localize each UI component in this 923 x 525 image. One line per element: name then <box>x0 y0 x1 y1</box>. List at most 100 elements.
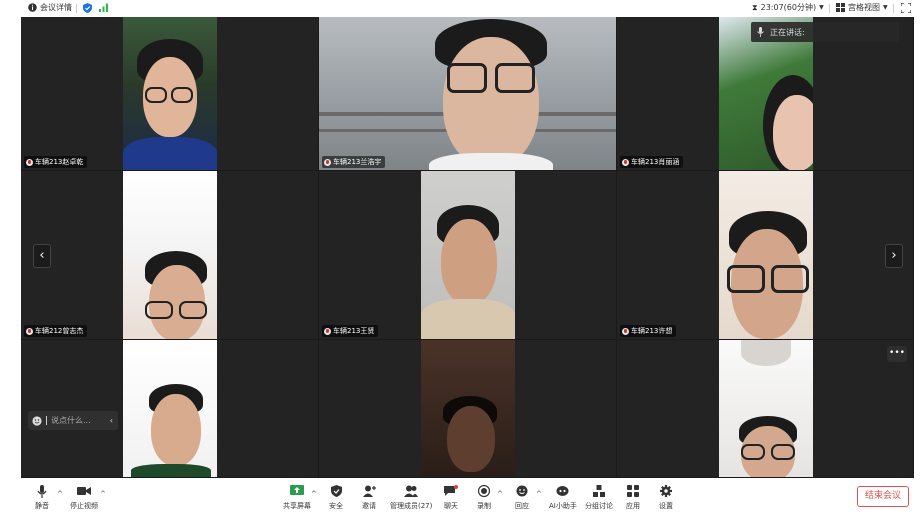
settings-label: 设置 <box>659 502 673 510</box>
participant-name-tag: 车辆213肖丽涵 <box>620 156 684 168</box>
chevron-up-icon[interactable]: ^ <box>311 490 317 498</box>
more-icon[interactable]: ••• <box>887 346 907 362</box>
mic-icon <box>35 484 49 498</box>
reaction-icon <box>515 484 529 498</box>
chevron-up-icon[interactable]: ^ <box>497 490 503 498</box>
ai-assistant-button[interactable]: AI小助手 <box>549 484 577 511</box>
participant-tile[interactable] <box>319 340 617 478</box>
share-screen-label: 共享屏幕 <box>283 502 311 510</box>
glasses <box>495 63 535 93</box>
divider <box>893 4 894 13</box>
mute-button[interactable]: 静音 <box>35 484 49 511</box>
meeting-info-button[interactable]: 会议详情 <box>28 2 72 13</box>
shield-icon[interactable] <box>83 3 92 13</box>
record-icon <box>477 484 491 498</box>
meeting-info-label: 会议详情 <box>40 3 72 12</box>
face <box>151 394 201 466</box>
glasses <box>741 444 765 460</box>
signal-icon <box>99 3 108 12</box>
breakout-icon <box>592 484 606 498</box>
stop-video-label: 停止视频 <box>70 502 98 510</box>
participant-name-tag: 车辆213兰浩宇 <box>322 156 386 168</box>
participant-name-tag: 车辆213赵卓乾 <box>24 156 88 168</box>
participant-tile[interactable]: 车辆212曾志杰 <box>21 171 319 340</box>
stop-video-button[interactable]: 停止视频 <box>70 484 98 511</box>
speaking-indicator: 正在讲话: <box>751 22 899 42</box>
participant-tile[interactable]: 车辆213兰浩宇 <box>319 17 617 171</box>
share-screen-button[interactable]: 共享屏幕 <box>283 484 311 511</box>
end-meeting-button[interactable]: 结束会议 <box>857 486 909 507</box>
chat-label: 聊天 <box>444 502 458 510</box>
face <box>447 406 495 472</box>
ai-icon <box>556 484 570 498</box>
participant-video <box>421 171 515 339</box>
chat-button[interactable]: 聊天 <box>444 484 458 511</box>
participant-name-tag: 车辆213王贤 <box>322 325 379 337</box>
mic-muted-icon <box>622 158 629 166</box>
participant-name: 车辆213王贤 <box>333 327 375 335</box>
face <box>773 95 813 170</box>
participant-name: 车辆213兰浩宇 <box>333 158 382 166</box>
chevron-up-icon[interactable]: ^ <box>57 490 63 498</box>
shield-icon <box>329 484 343 498</box>
reactions-button[interactable]: 回应 <box>515 484 529 511</box>
quick-chat-input[interactable]: 说点什么... ‹ <box>28 411 118 430</box>
invite-label: 邀请 <box>362 502 376 510</box>
shirt <box>123 137 217 170</box>
participant-name: 车辆212曾志杰 <box>35 327 84 335</box>
security-button[interactable]: 安全 <box>329 484 343 511</box>
fullscreen-icon[interactable] <box>901 3 911 13</box>
view-mode-dropdown[interactable]: 宫格视图 ▼ <box>836 2 888 13</box>
glasses <box>771 444 795 460</box>
participant-name: 车辆213肖丽涵 <box>631 158 680 166</box>
timer-dropdown[interactable]: ⧗ 23:07(60分钟) ▼ <box>752 2 824 13</box>
chevron-up-icon[interactable]: ^ <box>100 490 106 498</box>
chevron-down-icon: ▼ <box>819 4 824 11</box>
participant-name-tag: 车辆212曾志杰 <box>24 325 88 337</box>
chevron-left-icon[interactable]: ‹ <box>110 416 118 425</box>
chevron-up-icon[interactable]: ^ <box>536 490 542 498</box>
mic-muted-icon <box>622 327 629 335</box>
record-button[interactable]: 录制 <box>477 484 491 511</box>
emoji-icon[interactable] <box>32 415 42 426</box>
person-add-icon <box>362 484 376 498</box>
manage-members-button[interactable]: 管理成员(27) <box>390 484 432 511</box>
participant-tile[interactable] <box>21 340 319 478</box>
participant-video <box>123 17 217 170</box>
participant-video <box>719 340 813 477</box>
camera-icon <box>77 484 91 498</box>
participant-tile[interactable]: 车辆213许想 <box>617 171 914 340</box>
chat-icon <box>444 484 458 498</box>
participant-name-tag: 车辆213许想 <box>620 325 677 337</box>
reactions-label: 回应 <box>515 502 529 510</box>
participant-tile[interactable]: 车辆213赵卓乾 <box>21 17 319 171</box>
bottom-toolbar: 静音 ^ 停止视频 ^ 共享屏幕 ^ 安全 邀请 管理成员(27) 聊天 录制 … <box>0 478 923 525</box>
share-screen-icon <box>290 484 304 498</box>
breakout-button[interactable]: 分组讨论 <box>585 484 613 511</box>
hourglass-icon: ⧗ <box>752 2 758 12</box>
apps-button[interactable]: 应用 <box>626 484 640 511</box>
invite-button[interactable]: 邀请 <box>362 484 376 511</box>
glasses <box>771 265 809 293</box>
mic-icon <box>757 27 764 37</box>
apps-icon <box>626 484 640 498</box>
glasses <box>145 301 173 319</box>
view-mode-label: 宫格视图 <box>848 3 880 12</box>
previous-page-button[interactable]: ‹ <box>33 244 51 268</box>
mic-muted-icon <box>26 327 33 335</box>
chat-placeholder: 说点什么... <box>51 416 91 425</box>
speaking-label: 正在讲话: <box>770 27 805 37</box>
glasses <box>727 265 765 293</box>
participant-tile[interactable]: 车辆213王贤 <box>319 171 617 340</box>
face <box>443 37 539 167</box>
participant-video <box>421 340 515 477</box>
participant-tile[interactable] <box>617 340 914 478</box>
shirt <box>421 299 515 339</box>
mic-muted-icon <box>26 158 33 166</box>
glasses <box>145 87 167 103</box>
divider <box>46 416 47 425</box>
next-page-button[interactable]: › <box>885 244 903 268</box>
mute-label: 静音 <box>35 502 49 510</box>
chevron-left-icon: ‹ <box>39 248 45 263</box>
settings-button[interactable]: 设置 <box>659 484 673 511</box>
